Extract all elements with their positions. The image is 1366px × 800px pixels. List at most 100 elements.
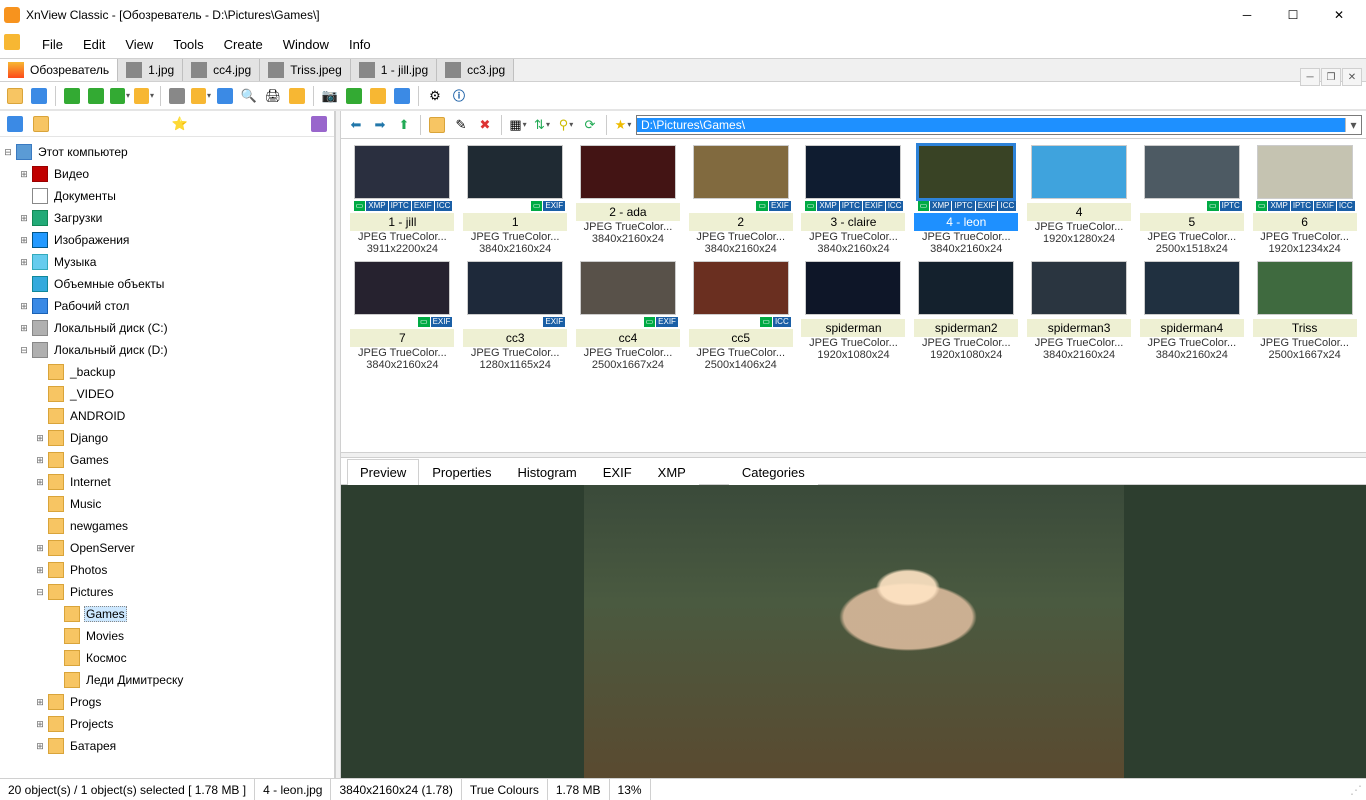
tab-preview[interactable]: Preview (347, 459, 419, 485)
tree-node[interactable]: Объемные объекты (0, 273, 334, 295)
tree-node[interactable]: ⊞Games (0, 449, 334, 471)
tree-node[interactable]: _backup (0, 361, 334, 383)
thumbnail[interactable]: ▭ICCcc5JPEG TrueColor...2500x1406x24 (687, 261, 794, 371)
menu-info[interactable]: Info (339, 33, 381, 56)
minimize-button[interactable]: ─ (1224, 0, 1270, 30)
doc-tab[interactable]: Triss.jpeg (260, 59, 351, 81)
thumbnail[interactable]: ▭IPTC5JPEG TrueColor...2500x1518x24 (1138, 145, 1245, 255)
tree-node[interactable]: ⊞Видео (0, 163, 334, 185)
tree-expand-icon[interactable]: ⊞ (16, 301, 32, 312)
address-dropdown-icon[interactable]: ▾ (1345, 118, 1361, 132)
tree-expand-icon[interactable]: ⊞ (32, 433, 48, 444)
fav-add-star-icon[interactable]: ⭐ (169, 113, 191, 135)
tree-node[interactable]: ⊟Локальный диск (D:) (0, 339, 334, 361)
transform-dd-icon[interactable] (133, 85, 155, 107)
thumbnail[interactable]: ▭XMPIPTCEXIFICC3 - claireJPEG TrueColor.… (800, 145, 907, 255)
tree-node[interactable]: ANDROID (0, 405, 334, 427)
scan-blue-icon[interactable] (391, 85, 413, 107)
mdi-close-button[interactable]: ✕ (1342, 68, 1362, 86)
mdi-minimize-button[interactable]: ─ (1300, 68, 1320, 86)
fav-folder-icon[interactable] (30, 113, 52, 135)
fullscreen-icon[interactable] (28, 85, 50, 107)
rotate-right-icon[interactable] (85, 85, 107, 107)
up-icon[interactable]: ⬆ (393, 114, 415, 136)
search-icon[interactable]: 🔍 (238, 85, 260, 107)
thumbnail[interactable]: 2 - adaJPEG TrueColor...3840x2160x24 (575, 145, 682, 255)
back-icon[interactable]: ⬅ (345, 114, 367, 136)
thumbnail[interactable]: ▭XMPIPTCEXIFICC4 - leonJPEG TrueColor...… (913, 145, 1020, 255)
refresh-icon[interactable]: ⟳ (579, 114, 601, 136)
sort-icon[interactable]: ⇅ (531, 114, 553, 136)
tree-node[interactable]: Леди Димитреску (0, 669, 334, 691)
tree-node[interactable]: ⊞Photos (0, 559, 334, 581)
tree-expand-icon[interactable]: ⊞ (16, 169, 32, 180)
thumbnail[interactable]: ▭XMPIPTCEXIFICC6JPEG TrueColor...1920x12… (1251, 145, 1358, 255)
fav-db-icon[interactable] (308, 113, 330, 135)
filter-icon[interactable]: ⚲ (555, 114, 577, 136)
doc-tab[interactable]: cc4.jpg (183, 59, 260, 81)
menu-view[interactable]: View (115, 33, 163, 56)
menu-edit[interactable]: Edit (73, 33, 115, 56)
doc-tab[interactable]: cc3.jpg (437, 59, 514, 81)
tree-node[interactable]: Music (0, 493, 334, 515)
tree-expand-icon[interactable]: ⊞ (32, 697, 48, 708)
thumbnail[interactable]: EXIFcc3JPEG TrueColor...1280x1165x24 (462, 261, 569, 371)
print-icon[interactable]: 🖨 (262, 85, 284, 107)
export-dd-icon[interactable] (190, 85, 212, 107)
thumbnail[interactable]: spidermanJPEG TrueColor...1920x1080x24 (800, 261, 907, 371)
menu-window[interactable]: Window (273, 33, 339, 56)
thumbnail[interactable]: 4JPEG TrueColor...1920x1280x24 (1026, 145, 1133, 255)
new-folder-icon[interactable] (426, 114, 448, 136)
maximize-button[interactable]: ☐ (1270, 0, 1316, 30)
rotate-left-icon[interactable] (61, 85, 83, 107)
tree-node[interactable]: ⊞Progs (0, 691, 334, 713)
tree-node[interactable]: ⊞Изображения (0, 229, 334, 251)
menu-create[interactable]: Create (214, 33, 273, 56)
delete-icon[interactable]: ✖ (474, 114, 496, 136)
thumbnail[interactable]: spiderman4JPEG TrueColor...3840x2160x24 (1138, 261, 1245, 371)
tree-node[interactable]: ⊞Батарея (0, 735, 334, 757)
tree-node[interactable]: ⊞OpenServer (0, 537, 334, 559)
tree-expand-icon[interactable]: ⊞ (16, 257, 32, 268)
tab-categories[interactable]: Categories (729, 459, 818, 485)
tree-node[interactable]: ⊟Pictures (0, 581, 334, 603)
tree-expand-icon[interactable]: ⊟ (16, 345, 32, 356)
copy-icon[interactable] (166, 85, 188, 107)
folder-tree[interactable]: ⊟Этот компьютер⊞ВидеоДокументы⊞Загрузки⊞… (0, 137, 334, 778)
doc-tab[interactable]: Обозреватель (0, 59, 118, 81)
tree-node[interactable]: Games (0, 603, 334, 625)
thumbnail[interactable]: ▭EXIF7JPEG TrueColor...3840x2160x24 (349, 261, 456, 371)
tree-node[interactable]: Космос (0, 647, 334, 669)
tree-node[interactable]: Movies (0, 625, 334, 647)
thumbnail[interactable]: ▭EXIFcc4JPEG TrueColor...2500x1667x24 (575, 261, 682, 371)
preview-image[interactable] (341, 485, 1366, 778)
scan-yellow-icon[interactable] (367, 85, 389, 107)
tree-expand-icon[interactable]: ⊞ (32, 565, 48, 576)
thumbnail[interactable]: spiderman3JPEG TrueColor...3840x2160x24 (1026, 261, 1133, 371)
camera-icon[interactable]: 📷 (319, 85, 341, 107)
crop-icon[interactable] (214, 85, 236, 107)
thumbnail[interactable]: TrissJPEG TrueColor...2500x1667x24 (1251, 261, 1358, 371)
import-icon[interactable] (286, 85, 308, 107)
tree-node[interactable]: ⊞Музыка (0, 251, 334, 273)
thumbnail[interactable]: ▭EXIF2JPEG TrueColor...3840x2160x24 (687, 145, 794, 255)
tree-node[interactable]: ⊞Projects (0, 713, 334, 735)
tree-expand-icon[interactable]: ⊞ (16, 235, 32, 246)
tree-node[interactable]: ⊞Локальный диск (C:) (0, 317, 334, 339)
thumbnail[interactable]: ▭EXIF1JPEG TrueColor...3840x2160x24 (462, 145, 569, 255)
address-input[interactable] (637, 118, 1345, 132)
mdi-restore-button[interactable]: ❐ (1321, 68, 1341, 86)
thumbnail-grid[interactable]: ▭XMPIPTCEXIFICC1 - jillJPEG TrueColor...… (341, 139, 1366, 452)
forward-icon[interactable]: ➡ (369, 114, 391, 136)
tab-exif[interactable]: EXIF (590, 459, 645, 485)
tree-node[interactable]: ⊟Этот компьютер (0, 141, 334, 163)
app-menu-icon[interactable] (4, 34, 24, 54)
tab-properties[interactable]: Properties (419, 459, 504, 485)
tree-node[interactable]: newgames (0, 515, 334, 537)
tree-expand-icon[interactable]: ⊞ (16, 213, 32, 224)
tree-node[interactable]: ⊞Рабочий стол (0, 295, 334, 317)
tab-xmp[interactable]: XMP (645, 459, 699, 485)
tree-expand-icon[interactable]: ⊞ (32, 455, 48, 466)
tree-node[interactable]: ⊞Internet (0, 471, 334, 493)
doc-tab[interactable]: 1 - jill.jpg (351, 59, 437, 81)
